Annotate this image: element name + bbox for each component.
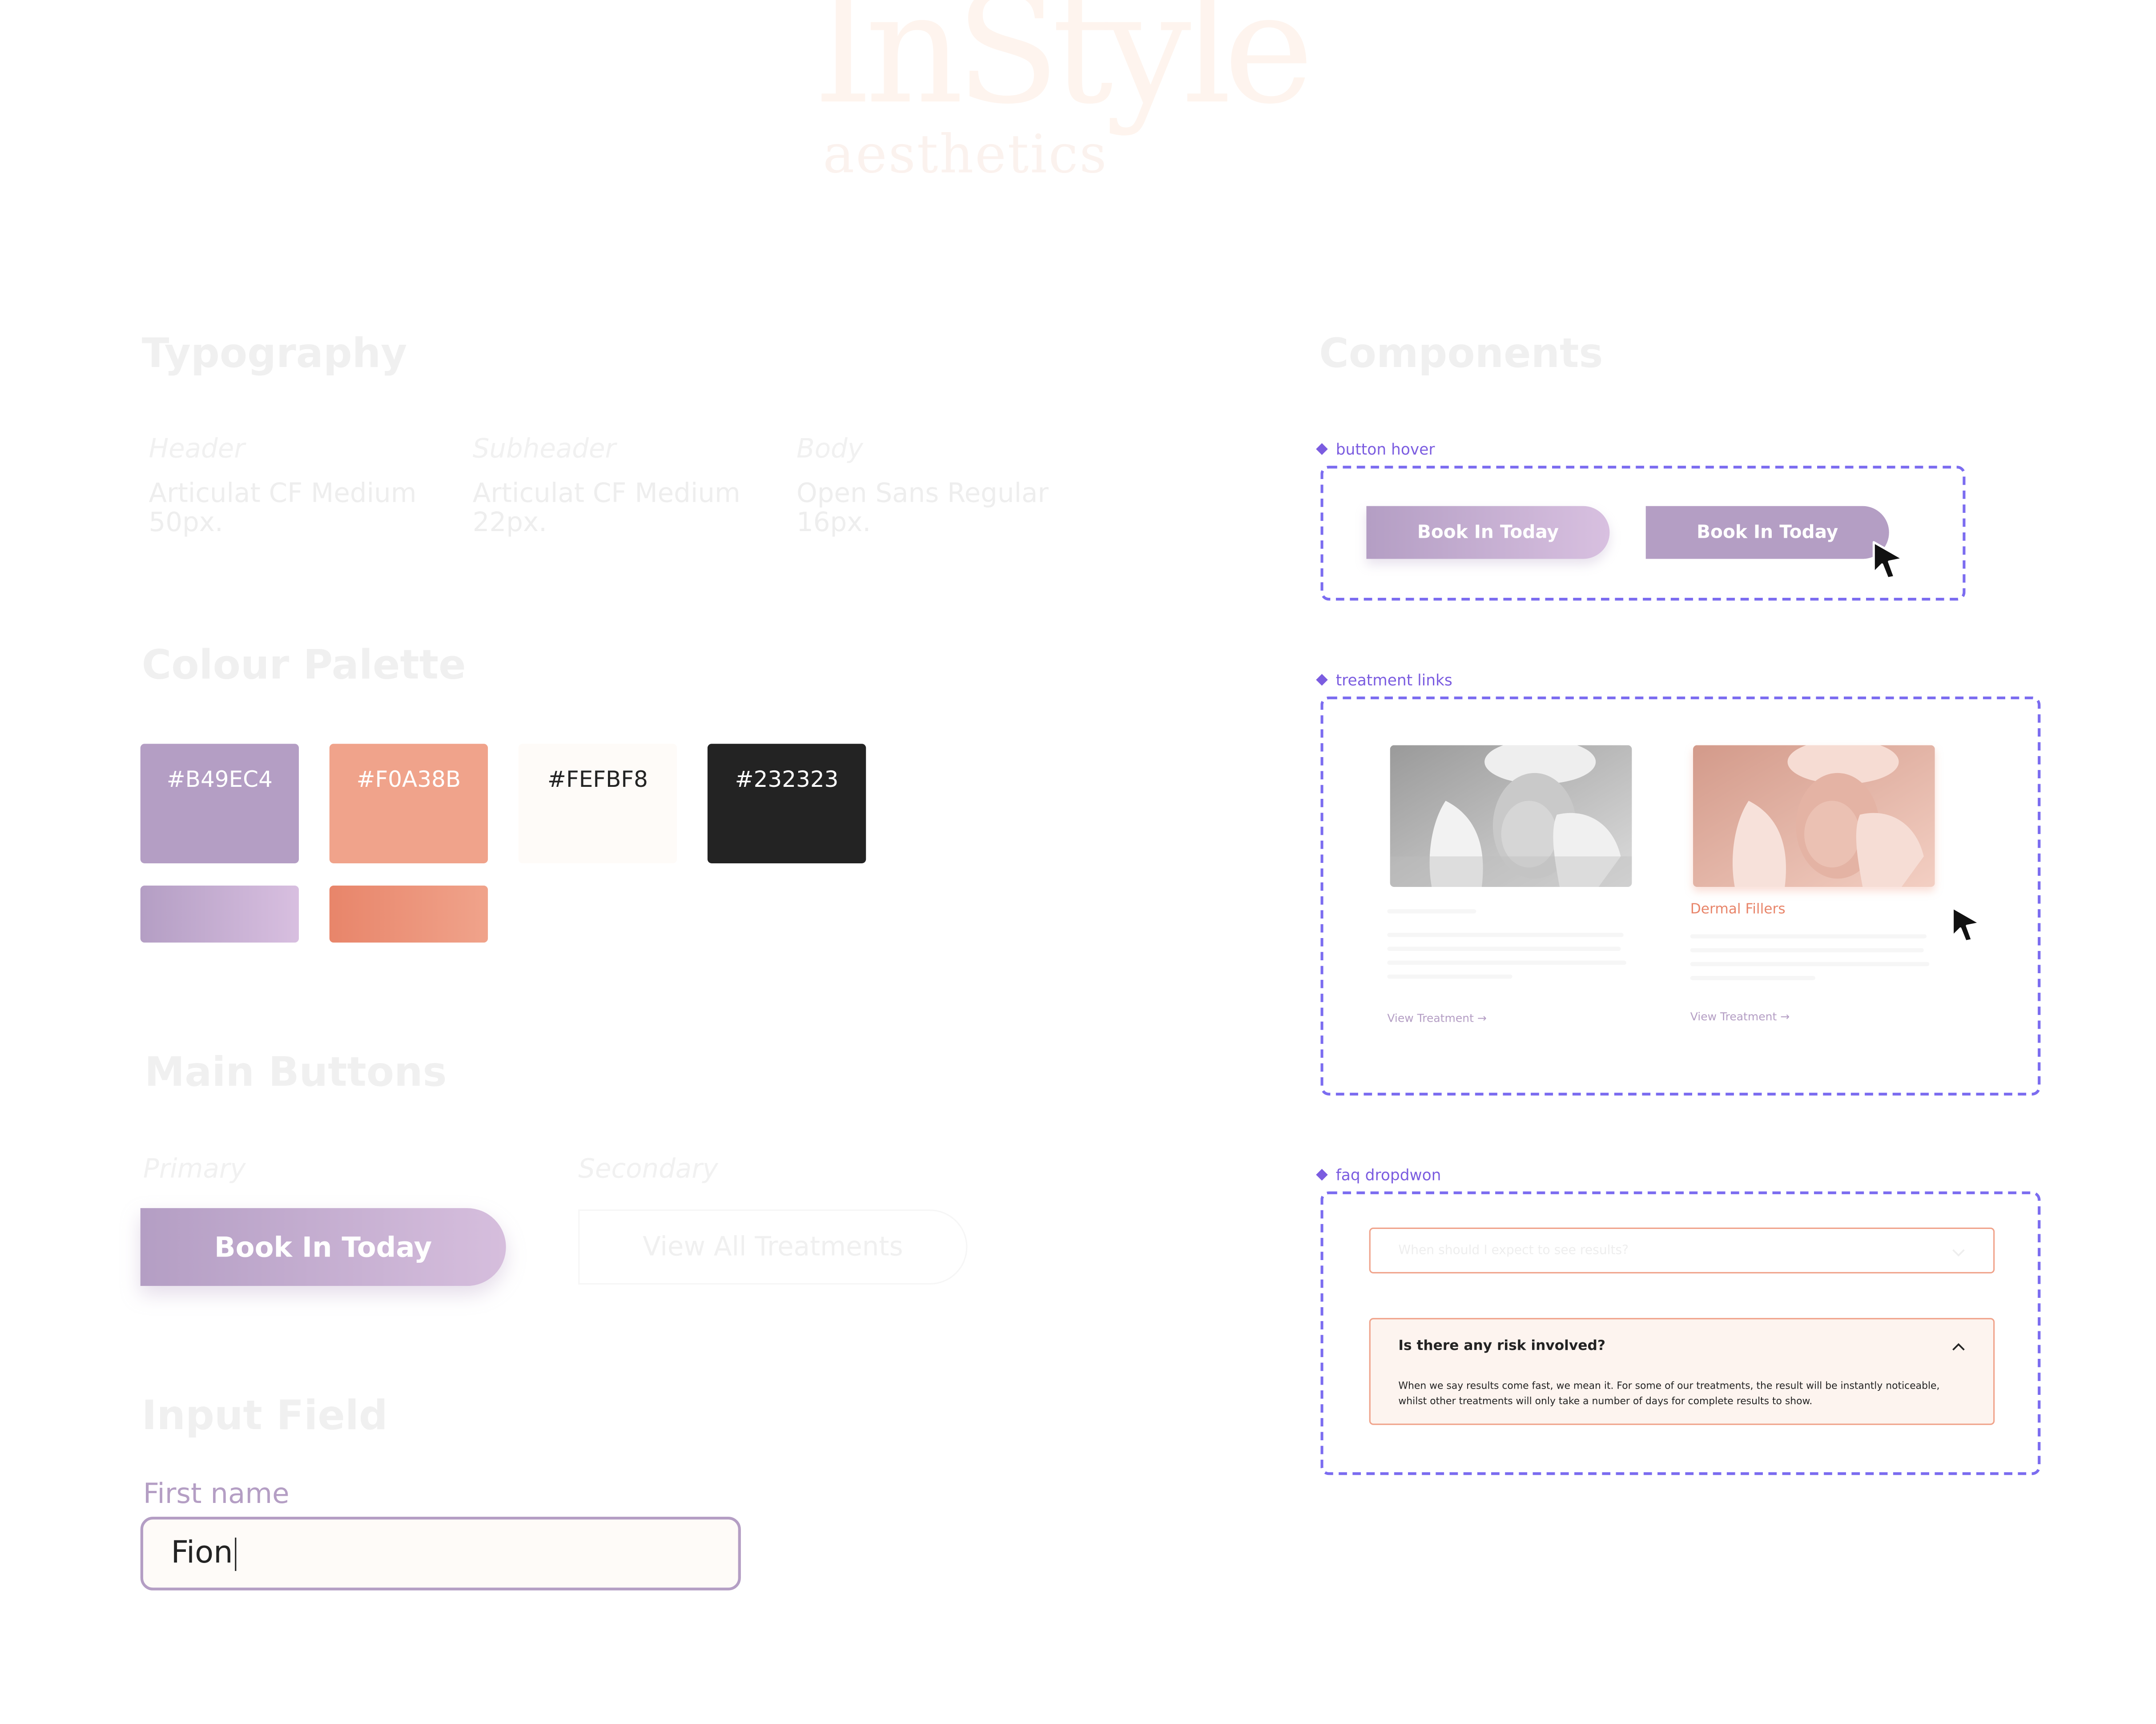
colour-palette-title: Colour Palette <box>141 640 466 689</box>
first-name-label: First name <box>143 1476 290 1510</box>
components-title: Components <box>1319 329 1603 377</box>
swatch-hex: #B49EC4 <box>166 766 273 793</box>
view-treatment-link[interactable]: View Treatment → <box>1690 1011 1938 1023</box>
button-label: Book In Today <box>214 1230 432 1264</box>
description-line <box>1387 960 1626 965</box>
treatment-card-hover[interactable]: Dermal Fillers View Treatment → <box>1690 745 1938 1023</box>
book-in-today-button[interactable]: Book In Today <box>140 1208 506 1286</box>
swatch-hex: #FEFBF8 <box>547 766 648 793</box>
button-label: Book In Today <box>1417 522 1559 543</box>
treatment-title: Dermal Fillers <box>1690 902 1786 918</box>
secondary-label: Secondary <box>578 1154 718 1185</box>
type-spec-size: 50px. <box>149 507 223 538</box>
view-all-treatments-button[interactable]: View All Treatments <box>578 1209 968 1285</box>
component-diamond-icon <box>1316 443 1328 455</box>
cursor-arrow-icon <box>1949 905 1985 944</box>
gradient-purple <box>140 886 299 943</box>
annotation-text: treatment links <box>1335 671 1452 690</box>
book-in-today-button-hover[interactable]: Book In Today <box>1645 506 1889 559</box>
style-guide-canvas: InStyle aesthetics Typography Header Art… <box>0 0 2156 1724</box>
annotation-text: button hover <box>1335 440 1435 459</box>
faq-item-open[interactable]: Is there any risk involved? When we say … <box>1369 1318 1995 1425</box>
faq-question: When should I expect to see results? <box>1398 1243 1629 1258</box>
type-spec-label: Body <box>796 434 863 464</box>
treatment-links-annotation: treatment links <box>1316 671 1452 690</box>
view-treatment-link[interactable]: View Treatment → <box>1387 1012 1634 1024</box>
treatment-image <box>1390 745 1632 887</box>
faq-question: Is there any risk involved? <box>1398 1338 1605 1353</box>
type-spec-subheader: Subheader Articulat CF Medium 22px. <box>473 436 779 538</box>
book-in-today-button-default[interactable]: Book In Today <box>1366 506 1610 559</box>
text-caret <box>234 1537 236 1571</box>
description-line <box>1387 933 1624 937</box>
button-hover-annotation: button hover <box>1316 440 1435 459</box>
type-spec-size: 16px. <box>796 507 871 538</box>
faq-item-closed[interactable]: When should I expect to see results? <box>1369 1227 1995 1274</box>
main-buttons-title: Main Buttons <box>145 1048 447 1096</box>
input-value: Fion <box>171 1536 233 1571</box>
type-spec-label: Header <box>149 434 245 464</box>
chevron-down-icon <box>1951 1238 1965 1263</box>
swatch-peach: #F0A38B <box>329 744 488 863</box>
faq-answer: When we say results come fast, we mean i… <box>1398 1379 1965 1410</box>
swatch-hex: #232323 <box>735 766 839 793</box>
type-spec-font: Articulat CF Medium <box>472 478 740 509</box>
type-spec-font: Articulat CF Medium <box>149 478 417 509</box>
component-diamond-icon <box>1316 674 1328 686</box>
treatment-card-default[interactable]: View Treatment → <box>1387 745 1634 1025</box>
first-name-input[interactable]: Fion <box>140 1517 741 1591</box>
swatch-hex: #F0A38B <box>356 766 461 793</box>
description-line <box>1690 976 1816 980</box>
swatch-purple: #B49EC4 <box>140 744 299 863</box>
swatch-dark: #232323 <box>707 744 866 863</box>
type-spec-label: Subheader <box>472 434 616 464</box>
type-spec-size: 22px. <box>472 507 547 538</box>
type-spec-header: Header Articulat CF Medium 50px. <box>149 436 455 538</box>
description-line <box>1690 962 1930 967</box>
chevron-up-icon <box>1951 1333 1965 1358</box>
treatment-title-placeholder <box>1387 909 1476 914</box>
description-line <box>1690 934 1927 939</box>
type-spec-font: Open Sans Regular <box>796 478 1049 509</box>
description-line <box>1387 975 1512 979</box>
button-label: View All Treatments <box>643 1232 903 1263</box>
description-line <box>1387 947 1621 951</box>
faq-answer-line: When we say results come fast, we mean i… <box>1398 1380 1940 1392</box>
primary-label: Primary <box>143 1154 246 1185</box>
cursor-arrow-icon <box>1870 540 1909 581</box>
faq-answer-line: whilst other treatments will only take a… <box>1398 1396 1813 1407</box>
typography-title: Typography <box>141 329 407 377</box>
gradient-peach <box>329 886 488 943</box>
component-diamond-icon <box>1316 1168 1328 1181</box>
annotation-text: faq dropdwon <box>1335 1166 1441 1185</box>
faq-dropdown-annotation: faq dropdwon <box>1316 1166 1441 1185</box>
type-spec-body: Body Open Sans Regular 16px. <box>796 436 1102 538</box>
brand-logo: InStyle <box>813 0 1314 138</box>
swatch-cream: #FEFBF8 <box>518 744 677 863</box>
description-line <box>1690 948 1924 953</box>
input-field-title: Input Field <box>141 1391 388 1439</box>
treatment-image <box>1693 745 1935 887</box>
brand-tagline: aesthetics <box>823 124 1108 185</box>
button-label: Book In Today <box>1697 522 1838 543</box>
